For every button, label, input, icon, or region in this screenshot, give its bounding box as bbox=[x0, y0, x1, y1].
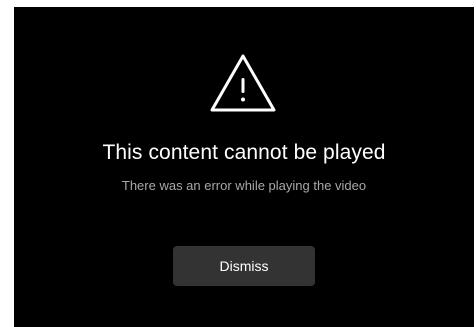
warning-icon bbox=[210, 54, 276, 112]
error-message: There was an error while playing the vid… bbox=[121, 178, 367, 193]
dismiss-button[interactable]: Dismiss bbox=[173, 246, 315, 286]
error-title: This content cannot be played bbox=[102, 141, 386, 164]
